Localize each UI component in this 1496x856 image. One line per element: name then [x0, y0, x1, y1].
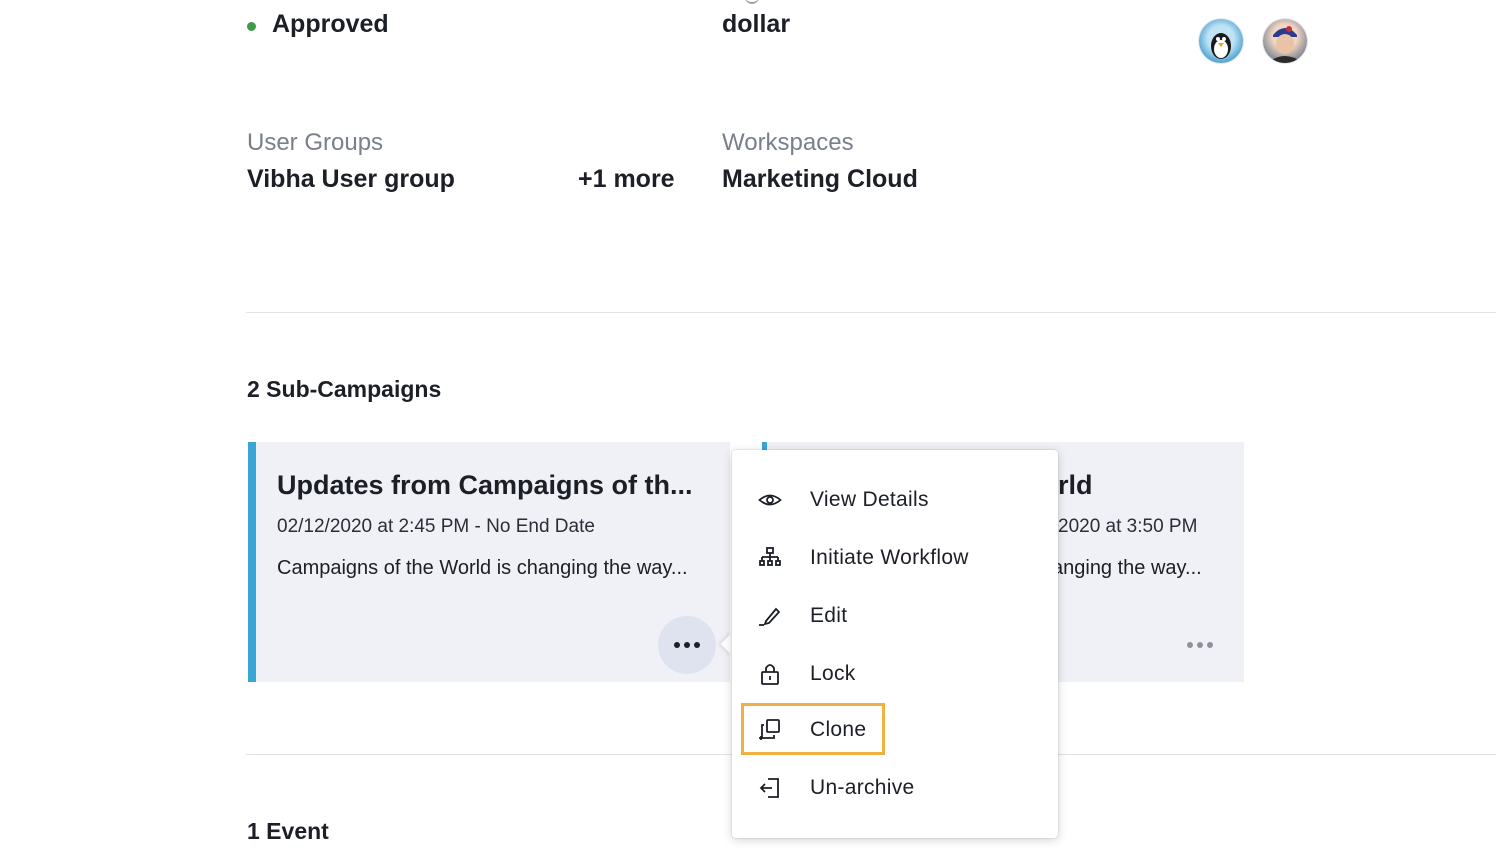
currency-value: dollar [722, 10, 791, 38]
campaign-details-page: Approved dollar User Groups Vibha User g… [0, 0, 1496, 856]
card-date: 2020 at 3:50 PM [1058, 516, 1198, 537]
card-accent-bar [248, 442, 256, 682]
subcampaign-card[interactable]: Updates from Campaigns of th... 02/12/20… [248, 442, 730, 682]
card-description: Campaigns of the World is changing the w… [277, 557, 688, 579]
avatar[interactable] [1263, 19, 1307, 63]
more-options-button[interactable] [658, 616, 716, 674]
events-title: 1 Event [247, 818, 329, 844]
clone-highlight-box [741, 703, 885, 755]
more-horizontal-icon [1187, 642, 1213, 648]
section-divider [246, 312, 1496, 313]
workspaces-value: Marketing Cloud [722, 165, 918, 193]
menu-item-initiate-workflow[interactable]: Initiate Workflow [752, 538, 969, 578]
card-title[interactable]: rld [1058, 470, 1093, 501]
workflow-icon [758, 546, 794, 570]
user-groups-label: User Groups [247, 129, 384, 156]
menu-item-view-details[interactable]: View Details [752, 480, 929, 520]
person-avatar-icon [1267, 26, 1303, 63]
menu-item-unarchive[interactable]: Un-archive [752, 768, 915, 808]
unarchive-icon [758, 776, 794, 800]
eye-icon [758, 488, 794, 512]
penguin-avatar-icon [1211, 33, 1231, 59]
clipped-label [745, 0, 759, 4]
more-options-menu: View Details Initiate Workflow Edit Lock… [732, 450, 1058, 838]
card-date: 02/12/2020 at 2:45 PM - No End Date [277, 516, 595, 537]
user-groups-value: Vibha User group [247, 165, 455, 193]
lock-icon [758, 662, 794, 686]
owners-avatars [1199, 19, 1307, 63]
menu-item-edit[interactable]: Edit [752, 596, 847, 636]
more-horizontal-icon [674, 642, 700, 648]
card-description: anging the way... [1052, 557, 1202, 579]
menu-item-label: Edit [810, 604, 848, 627]
subcampaigns-title: 2 Sub-Campaigns [247, 376, 442, 402]
menu-item-label: View Details [810, 488, 929, 511]
card-title[interactable]: Updates from Campaigns of th... [277, 470, 693, 501]
more-options-button[interactable] [1171, 616, 1229, 674]
workspaces-label: Workspaces [722, 129, 854, 156]
status-dot [247, 22, 256, 31]
status-field: Approved [247, 10, 389, 39]
menu-item-lock[interactable]: Lock [752, 654, 856, 694]
status-value: Approved [272, 10, 389, 38]
user-groups-more-link[interactable]: +1 more [578, 165, 675, 194]
menu-item-label: Lock [810, 662, 856, 685]
pencil-icon [758, 604, 794, 628]
menu-item-label: Initiate Workflow [810, 546, 969, 569]
avatar[interactable] [1199, 19, 1243, 63]
menu-item-label: Un-archive [810, 776, 915, 799]
